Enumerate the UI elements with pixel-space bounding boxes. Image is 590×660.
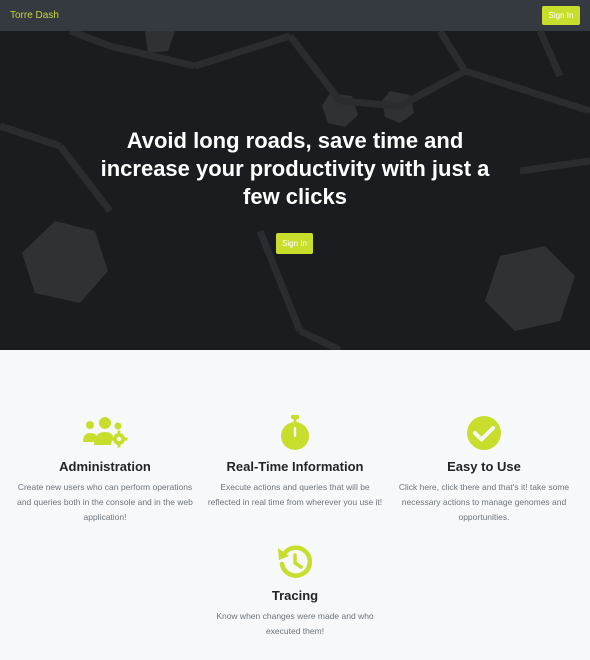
brand-logo-link[interactable]: Torre Dash bbox=[10, 9, 59, 22]
hero-sign-in-button[interactable]: Sign In bbox=[276, 233, 313, 254]
hero-title: Avoid long roads, save time and increase… bbox=[100, 128, 490, 209]
feature-description: Execute actions and queries that will be… bbox=[207, 482, 383, 507]
feature-title: Administration bbox=[59, 459, 151, 474]
users-cog-icon bbox=[83, 417, 128, 448]
feature-administration: Administration Create new users who can … bbox=[15, 415, 195, 525]
feature-real-time-information: Real-Time Information Execute actions an… bbox=[205, 415, 385, 510]
navbar: Torre Dash Sign In bbox=[0, 0, 590, 31]
feature-description: Click here, click there and that's it! t… bbox=[398, 482, 570, 522]
feature-title: Tracing bbox=[271, 588, 319, 603]
feature-title: Easy to Use bbox=[447, 459, 521, 474]
feature-title: Real-Time Information bbox=[226, 459, 364, 474]
nav-sign-in-button[interactable]: Sign In bbox=[542, 6, 580, 25]
feature-description: Know when changes were made and who exec… bbox=[216, 611, 374, 636]
stopwatch-icon bbox=[281, 415, 309, 450]
feature-easy-to-use: Easy to Use Click here, click there and … bbox=[394, 415, 574, 525]
feature-tracing: Tracing Know when changes were made and … bbox=[205, 544, 385, 639]
check-circle-icon bbox=[467, 416, 501, 450]
feature-description: Create new users who can perform operati… bbox=[17, 482, 193, 522]
hero-section: Avoid long roads, save time and increase… bbox=[0, 31, 590, 350]
history-icon bbox=[278, 545, 313, 578]
